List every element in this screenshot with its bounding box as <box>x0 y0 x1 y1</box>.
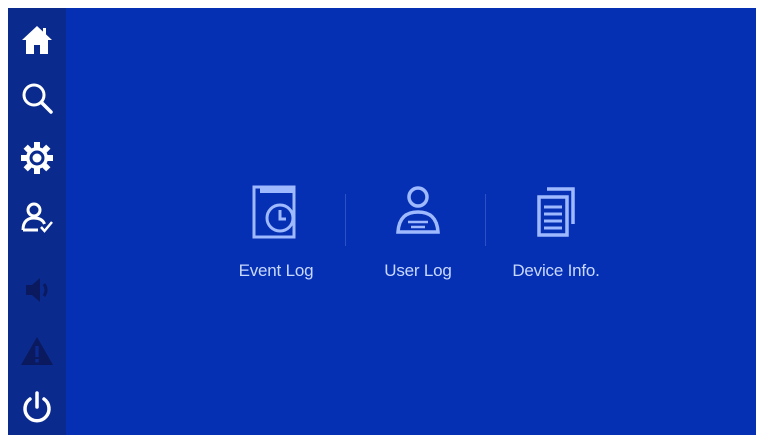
home-icon <box>22 26 52 54</box>
user-log-label: User Log <box>384 261 452 280</box>
divider <box>345 194 346 246</box>
user-log-icon <box>396 186 440 234</box>
sidebar-item-alarm[interactable] <box>8 321 66 381</box>
user-log-button[interactable]: User Log <box>363 184 473 294</box>
sidebar-item-home[interactable] <box>8 10 66 70</box>
sidebar-item-settings[interactable] <box>8 128 66 188</box>
event-log-label: Event Log <box>238 261 314 280</box>
power-icon <box>23 391 51 423</box>
user-check-icon <box>21 202 53 233</box>
sidebar-item-power[interactable] <box>8 378 66 438</box>
speaker-icon <box>26 278 48 302</box>
sidebar-item-sound[interactable] <box>8 260 66 320</box>
gear-icon <box>21 142 53 174</box>
warning-icon <box>21 337 53 365</box>
event-log-icon <box>252 185 296 239</box>
sidebar-item-search[interactable] <box>8 68 66 128</box>
device-info-label: Device Info. <box>512 261 600 280</box>
device-info-button[interactable]: Device Info. <box>501 184 611 294</box>
sidebar <box>8 8 66 435</box>
device-info-icon <box>537 187 575 237</box>
main-screen: Event Log User Log Device Info. <box>8 8 756 435</box>
divider <box>485 194 486 246</box>
sidebar-item-user[interactable] <box>8 188 66 248</box>
search-icon <box>22 83 53 114</box>
event-log-button[interactable]: Event Log <box>221 184 331 294</box>
